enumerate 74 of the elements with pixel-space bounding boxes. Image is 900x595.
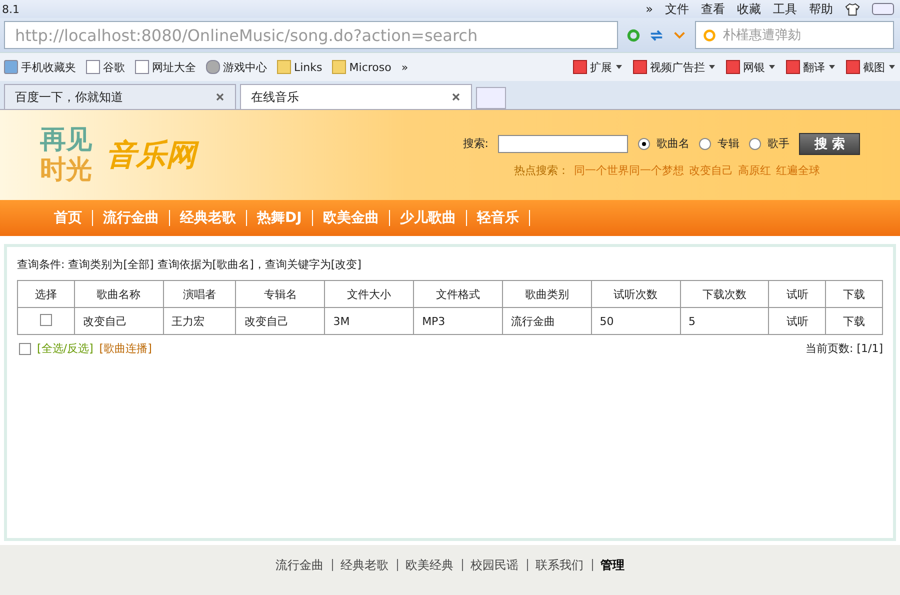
footer-link[interactable]: 流行金曲 bbox=[276, 556, 324, 574]
close-icon[interactable] bbox=[215, 92, 225, 102]
column-header: 专辑名 bbox=[236, 280, 325, 308]
search-engine-icon bbox=[702, 28, 717, 42]
column-header: 选择 bbox=[18, 280, 74, 308]
page-info: 当前页数: [1/1] bbox=[806, 341, 883, 356]
table-cell: MP3 bbox=[414, 308, 502, 334]
column-header: 文件大小 bbox=[324, 280, 414, 308]
action-link[interactable]: 下载 bbox=[826, 308, 882, 334]
radio-option[interactable]: 歌手 bbox=[749, 136, 790, 151]
caret-icon bbox=[768, 63, 776, 71]
row-checkbox[interactable] bbox=[40, 314, 52, 326]
new-tab-button[interactable] bbox=[476, 87, 506, 109]
toolbar-button[interactable]: 网银 bbox=[726, 60, 776, 74]
close-icon[interactable] bbox=[451, 92, 461, 102]
column-header: 下载 bbox=[826, 280, 882, 308]
hot-search-label: 热点搜索： bbox=[514, 162, 569, 178]
search-input[interactable] bbox=[498, 134, 628, 152]
footer-link[interactable]: 欧美经典 bbox=[406, 556, 454, 574]
browser-tab[interactable]: 在线音乐 bbox=[240, 84, 472, 109]
caret-icon bbox=[888, 63, 896, 71]
toolbar-button[interactable]: 视频广告拦 bbox=[633, 60, 716, 74]
footer-link[interactable]: 校园民谣 bbox=[470, 556, 518, 574]
column-header: 试听次数 bbox=[591, 280, 680, 308]
back-forward-icon[interactable] bbox=[649, 28, 664, 42]
toolbar-button[interactable]: 截图 bbox=[846, 60, 896, 74]
table-cell: 流行金曲 bbox=[502, 308, 592, 334]
menu-item[interactable]: 工具 bbox=[773, 0, 797, 18]
table-cell: 改变自己 bbox=[74, 308, 164, 334]
menu-item[interactable]: 收藏 bbox=[737, 0, 761, 18]
caret-icon bbox=[828, 63, 836, 71]
shirt-icon[interactable] bbox=[845, 2, 860, 16]
footer-link[interactable]: 经典老歌 bbox=[340, 556, 388, 574]
radio-option[interactable]: 专辑 bbox=[699, 136, 740, 151]
toolbar-button[interactable]: 翻译 bbox=[786, 60, 836, 74]
menu-item[interactable]: 帮助 bbox=[809, 0, 833, 18]
caret-icon bbox=[615, 63, 623, 71]
table-cell: 50 bbox=[591, 308, 680, 334]
menu-item[interactable]: 查看 bbox=[701, 0, 725, 18]
column-header: 歌曲类别 bbox=[502, 280, 592, 308]
bookmark-item[interactable]: Links bbox=[277, 60, 322, 74]
menu-item[interactable]: » bbox=[646, 2, 653, 16]
menu-item[interactable]: 文件 bbox=[665, 0, 689, 18]
more-bookmarks[interactable]: » bbox=[401, 60, 408, 74]
table-cell: 5 bbox=[680, 308, 769, 334]
refresh-icon[interactable] bbox=[626, 28, 641, 42]
footer-link[interactable]: 管理 bbox=[600, 556, 624, 574]
query-conditions: 查询条件: 查询类别为[全部] 查询依据为[歌曲名]，查询关键字为[改变] bbox=[17, 257, 362, 272]
bookmark-item[interactable]: 手机收藏夹 bbox=[4, 60, 76, 74]
select-all-checkbox[interactable] bbox=[19, 342, 31, 354]
table-cell: 王力宏 bbox=[163, 308, 236, 334]
column-header: 演唱者 bbox=[163, 280, 236, 308]
logo-text: 再见 时光 bbox=[40, 125, 92, 185]
play-all-link[interactable]: [歌曲连播] bbox=[99, 341, 152, 356]
search-label: 搜索: bbox=[462, 136, 488, 151]
bookmark-item[interactable]: 网址大全 bbox=[135, 60, 196, 74]
footer-link[interactable]: 联系我们 bbox=[536, 556, 584, 574]
search-button[interactable]: 搜 索 bbox=[799, 132, 860, 154]
browser-tab[interactable]: 百度一下，你就知道 bbox=[4, 84, 236, 109]
minimize-button[interactable] bbox=[872, 3, 894, 15]
action-link[interactable]: 试听 bbox=[768, 308, 826, 334]
toolbar-button[interactable]: 扩展 bbox=[573, 60, 623, 74]
table-cell: 改变自己 bbox=[236, 308, 325, 334]
window-title: 8.1 bbox=[2, 2, 20, 16]
bookmark-item[interactable]: 谷歌 bbox=[86, 60, 125, 74]
table-cell: 3M bbox=[324, 308, 414, 334]
column-header: 歌曲名称 bbox=[74, 280, 164, 308]
caret-icon bbox=[708, 63, 716, 71]
bookmark-item[interactable]: 游戏中心 bbox=[206, 60, 267, 74]
radio-option[interactable]: 歌曲名 bbox=[638, 136, 690, 151]
column-header: 文件格式 bbox=[414, 280, 502, 308]
column-header: 试听 bbox=[768, 280, 826, 308]
bookmark-item[interactable]: Microso bbox=[332, 60, 392, 74]
column-header: 下载次数 bbox=[680, 280, 769, 308]
